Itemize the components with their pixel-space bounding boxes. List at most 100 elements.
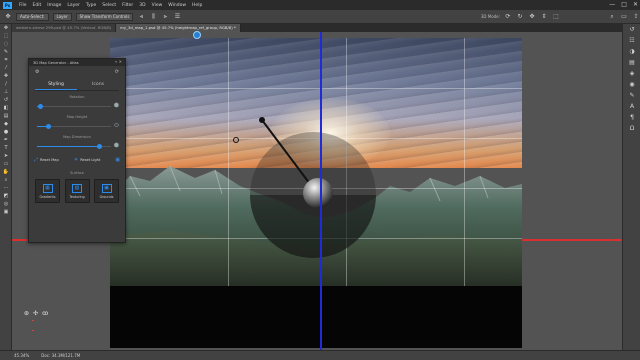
minimize-button[interactable]: — xyxy=(609,1,615,8)
scale-icon[interactable]: ⬚ xyxy=(552,13,560,21)
texturing-button[interactable]: ▧ Texturing xyxy=(64,179,90,203)
align-center-icon[interactable]: ⫼ xyxy=(149,13,157,21)
target-select[interactable]: Layer xyxy=(52,12,72,21)
rotation-slider[interactable]: ⬢ xyxy=(35,101,119,111)
gradients-button[interactable]: ▦ Gradients xyxy=(35,179,60,203)
share-icon[interactable]: ⇪ xyxy=(632,13,640,21)
roll-icon[interactable]: ↻ xyxy=(516,13,524,21)
menu-layer[interactable]: Layer xyxy=(64,3,83,8)
eyedropper-icon[interactable]: ⁄ xyxy=(0,64,12,72)
search-icon[interactable]: ⌕ xyxy=(608,13,616,21)
reset-map-button[interactable]: ⤢ Reset Map xyxy=(34,157,59,163)
blur-icon[interactable]: ◆ xyxy=(0,120,12,128)
quick-mask-icon[interactable]: ◎ xyxy=(0,200,12,208)
healing-icon[interactable]: ✚ xyxy=(0,72,12,80)
tab-styling[interactable]: Styling xyxy=(35,80,77,90)
slider-knob[interactable] xyxy=(97,144,103,149)
menu-view[interactable]: View xyxy=(149,3,166,8)
workspace-icon[interactable]: ▭ xyxy=(620,13,628,21)
flat-plane-icon: ⬭ xyxy=(113,122,119,129)
adjustments-icon[interactable]: ◑ xyxy=(623,46,640,57)
menu-help[interactable]: Help xyxy=(189,3,205,8)
libraries-icon[interactable]: ▤ xyxy=(623,57,640,68)
maximize-button[interactable]: □ xyxy=(621,1,627,8)
map-height-slider[interactable]: ⬭ xyxy=(35,121,119,131)
character-icon[interactable]: A xyxy=(623,101,640,112)
layers-icon[interactable]: ◈ xyxy=(623,68,640,79)
pan-icon[interactable]: ✥ xyxy=(528,13,536,21)
slider-knob[interactable] xyxy=(38,104,44,109)
menu-type[interactable]: Type xyxy=(83,3,99,8)
zoom-level[interactable]: 45.34% xyxy=(14,353,29,358)
reset-light-button[interactable]: ☀ Reset Light xyxy=(74,157,101,163)
lasso-icon[interactable]: ◌ xyxy=(0,40,12,48)
channels-icon[interactable]: ◉ xyxy=(623,79,640,90)
pen-icon[interactable]: ✒ xyxy=(0,136,12,144)
dodge-icon[interactable]: ● xyxy=(0,128,12,136)
menu-window[interactable]: Window xyxy=(165,3,189,8)
slider-knob[interactable] xyxy=(45,124,51,129)
menu-image[interactable]: Image xyxy=(44,3,64,8)
doc-tab-1[interactable]: western-slense 299.psd @ 45.7% (Verlauf,… xyxy=(12,24,117,32)
document-tabs: western-slense 299.psd @ 45.7% (Verlauf,… xyxy=(12,24,622,32)
panel-titlebar[interactable]: 3D Map Generator - Atlas « ✕ xyxy=(29,59,125,66)
panel-collapse-icon[interactable]: « ✕ xyxy=(115,59,122,64)
history-brush-icon[interactable]: ↺ xyxy=(0,96,12,104)
align-right-icon[interactable]: ⫸ xyxy=(161,13,169,21)
auto-select-checkbox[interactable]: Auto-Select: xyxy=(16,12,49,21)
menu-3d[interactable]: 3D xyxy=(136,3,148,8)
orbit-camera-icon[interactable]: ⊛ xyxy=(24,310,29,317)
eraser-icon[interactable]: ◧ xyxy=(0,104,12,112)
gradient-icon[interactable]: ▤ xyxy=(0,112,12,120)
refresh-icon[interactable]: ⟳ xyxy=(115,69,119,75)
menu-file[interactable]: File xyxy=(16,3,30,8)
path-select-icon[interactable]: ➤ xyxy=(0,152,12,160)
distribute-icon[interactable]: ☰ xyxy=(173,13,181,21)
light-sphere[interactable] xyxy=(303,178,333,208)
tab-icons[interactable]: Icons xyxy=(77,80,119,90)
camera-button[interactable]: ▣ xyxy=(115,157,120,163)
move-icon[interactable]: ✥ xyxy=(0,24,12,32)
settings-icon[interactable]: ⚙ xyxy=(35,69,39,75)
brush-icon[interactable]: ∕ xyxy=(0,80,12,88)
hand-icon[interactable]: ✋ xyxy=(0,168,12,176)
shape-icon[interactable]: ▭ xyxy=(0,160,12,168)
pan-camera-icon[interactable]: ✣ xyxy=(33,310,38,317)
stamp-icon[interactable]: ⊥ xyxy=(0,88,12,96)
align-left-icon[interactable]: ⫷ xyxy=(137,13,145,21)
show-transform-checkbox[interactable]: Show Transform Controls xyxy=(75,12,134,21)
properties-icon[interactable]: ☷ xyxy=(623,35,640,46)
paths-icon[interactable]: ✎ xyxy=(623,90,640,101)
quick-select-icon[interactable]: ✎ xyxy=(0,48,12,56)
tools-panel: ✥ ⬚ ◌ ✎ ⌗ ⁄ ✚ ∕ ⊥ ↺ ◧ ▤ ◆ ● ✒ T ➤ ▭ ✋ ⌕ … xyxy=(0,24,12,350)
close-button[interactable]: ✕ xyxy=(633,1,638,8)
doc-tab-2[interactable]: my_3d_map_1.psd @ 45.7% (heightmap_ref_g… xyxy=(116,24,241,32)
rotate-handle-icon[interactable] xyxy=(193,31,201,39)
edit-toolbar-icon[interactable]: ⋯ xyxy=(0,184,12,192)
walk-camera-icon[interactable]: ꝏ xyxy=(42,310,48,317)
map-dimension-slider[interactable]: ⬢ xyxy=(35,141,119,151)
orbit-icon[interactable]: ⟳ xyxy=(504,13,512,21)
slide-icon[interactable]: ⇕ xyxy=(540,13,548,21)
menu-filter[interactable]: Filter xyxy=(119,3,136,8)
3d-axis-widget[interactable]: ⊛ ✣ ꝏ xyxy=(24,310,48,317)
type-icon[interactable]: T xyxy=(0,144,12,152)
move-tool-icon[interactable]: ✥ xyxy=(4,13,12,21)
screen-mode-icon[interactable]: ▣ xyxy=(0,208,12,216)
doc-size[interactable]: Doc: 34.3M/121.7M xyxy=(41,353,80,358)
paragraph-icon[interactable]: ¶ xyxy=(623,112,640,123)
vertical-guide[interactable] xyxy=(320,32,322,350)
menu-edit[interactable]: Edit xyxy=(30,3,45,8)
glyphs-icon[interactable]: Ω xyxy=(623,123,640,134)
marquee-icon[interactable]: ⬚ xyxy=(0,32,12,40)
options-bar: ✥ Auto-Select: Layer Show Transform Cont… xyxy=(0,10,640,24)
zoom-icon[interactable]: ⌕ xyxy=(0,176,12,184)
grounds-button[interactable]: ▣ Grounds xyxy=(94,179,119,203)
camera-icon: ▣ xyxy=(115,157,120,163)
horizontal-guide-right[interactable] xyxy=(522,239,622,241)
grid-line xyxy=(228,38,229,286)
menu-select[interactable]: Select xyxy=(99,3,119,8)
history-icon[interactable]: ↺ xyxy=(623,24,640,35)
color-swatch-icon[interactable]: ◩ xyxy=(0,192,12,200)
crop-icon[interactable]: ⌗ xyxy=(0,56,12,64)
